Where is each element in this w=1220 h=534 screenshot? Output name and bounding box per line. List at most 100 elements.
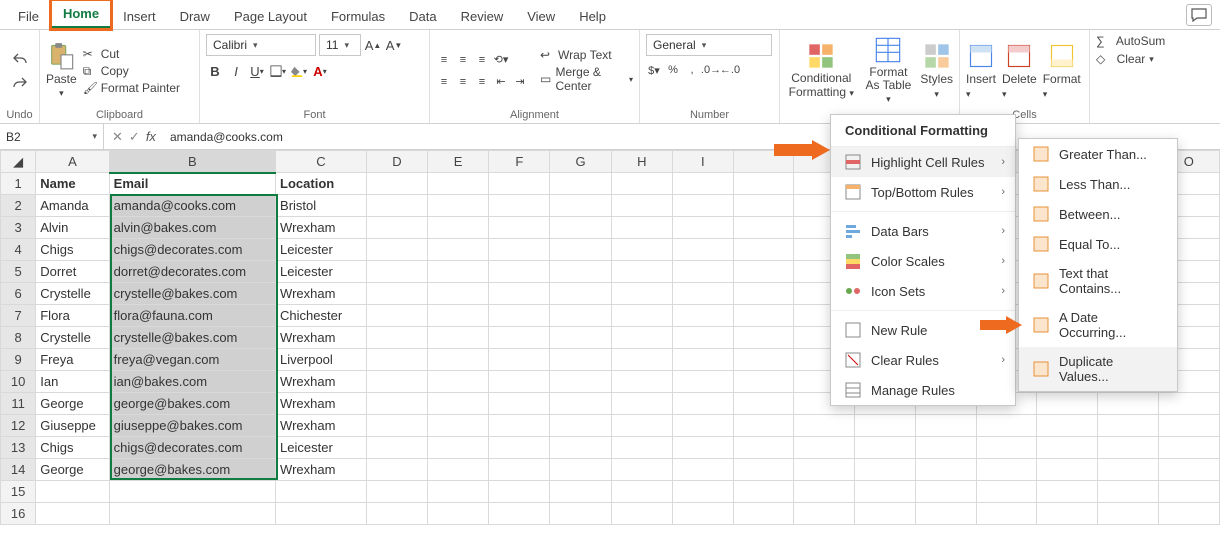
- hcr-less-than[interactable]: Less Than...: [1019, 169, 1177, 199]
- cell-B7[interactable]: flora@fauna.com: [109, 305, 275, 327]
- cell-C14[interactable]: Wrexham: [276, 459, 367, 481]
- align-left-button[interactable]: ≡: [436, 74, 452, 90]
- enter-formula-button[interactable]: ✓: [129, 129, 140, 145]
- comments-button[interactable]: [1186, 4, 1212, 26]
- align-center-button[interactable]: ≡: [455, 74, 471, 90]
- cell-A10[interactable]: Ian: [36, 371, 109, 393]
- row-header-10[interactable]: 10: [1, 371, 36, 393]
- row-header-14[interactable]: 14: [1, 459, 36, 481]
- cf-clear-rules[interactable]: Clear Rules›: [831, 345, 1015, 375]
- cell-B1[interactable]: Email: [109, 173, 275, 195]
- cell-A13[interactable]: Chigs: [36, 437, 109, 459]
- increase-indent-button[interactable]: ⇥: [512, 74, 528, 90]
- tab-insert[interactable]: Insert: [111, 3, 168, 29]
- cf-color-scales[interactable]: Color Scales›: [831, 246, 1015, 276]
- cell-C3[interactable]: Wrexham: [276, 217, 367, 239]
- percent-button[interactable]: %: [665, 62, 681, 78]
- col-header-A[interactable]: A: [36, 151, 109, 173]
- font-family-select[interactable]: Calibri▾: [206, 34, 316, 56]
- cell-C1[interactable]: Location: [276, 173, 367, 195]
- col-header-B[interactable]: B: [109, 151, 275, 173]
- wrap-text-button[interactable]: ↩Wrap Text: [540, 48, 633, 62]
- border-button[interactable]: ▾: [269, 62, 287, 80]
- cf-icon-sets[interactable]: Icon Sets›: [831, 276, 1015, 306]
- increase-decimal-button[interactable]: .0→: [703, 62, 719, 78]
- cell-A9[interactable]: Freya: [36, 349, 109, 371]
- select-all-corner[interactable]: ◢: [1, 151, 36, 173]
- paste-button[interactable]: Paste ▾: [46, 42, 77, 99]
- decrease-indent-button[interactable]: ⇤: [493, 74, 509, 90]
- tab-view[interactable]: View: [515, 3, 567, 29]
- cell-A5[interactable]: Dorret: [36, 261, 109, 283]
- hcr-duplicate-values[interactable]: Duplicate Values...: [1019, 347, 1177, 391]
- cell-C10[interactable]: Wrexham: [276, 371, 367, 393]
- tab-help[interactable]: Help: [567, 3, 618, 29]
- cell-B5[interactable]: dorret@decorates.com: [109, 261, 275, 283]
- row-header-2[interactable]: 2: [1, 195, 36, 217]
- cell-A3[interactable]: Alvin: [36, 217, 109, 239]
- decrease-decimal-button[interactable]: ←.0: [722, 62, 738, 78]
- cell-A14[interactable]: George: [36, 459, 109, 481]
- insert-cells-button[interactable]: Insert▾: [966, 42, 996, 100]
- cell-A7[interactable]: Flora: [36, 305, 109, 327]
- italic-button[interactable]: I: [227, 62, 245, 80]
- row-header-7[interactable]: 7: [1, 305, 36, 327]
- cell-C12[interactable]: Wrexham: [276, 415, 367, 437]
- col-header-G[interactable]: G: [550, 151, 611, 173]
- name-box[interactable]: B2▾: [0, 124, 104, 149]
- merge-center-button[interactable]: ▭Merge & Center ▾: [540, 65, 633, 93]
- col-header-F[interactable]: F: [489, 151, 550, 173]
- cell-B13[interactable]: chigs@decorates.com: [109, 437, 275, 459]
- row-header-15[interactable]: 15: [1, 481, 36, 503]
- row-header-9[interactable]: 9: [1, 349, 36, 371]
- format-as-table-button[interactable]: Format As Table ▾: [863, 36, 915, 106]
- cell-C2[interactable]: Bristol: [276, 195, 367, 217]
- cell-A1[interactable]: Name: [36, 173, 109, 195]
- tab-draw[interactable]: Draw: [168, 3, 222, 29]
- redo-button[interactable]: [11, 74, 29, 92]
- row-header-12[interactable]: 12: [1, 415, 36, 437]
- cut-button[interactable]: ✂Cut: [83, 47, 180, 61]
- cell-B2[interactable]: amanda@cooks.com: [109, 195, 275, 217]
- row-header-1[interactable]: 1: [1, 173, 36, 195]
- delete-cells-button[interactable]: Delete▾: [1002, 42, 1037, 100]
- hcr-equal-to[interactable]: Equal To...: [1019, 229, 1177, 259]
- col-header-C[interactable]: C: [276, 151, 367, 173]
- cell-B9[interactable]: freya@vegan.com: [109, 349, 275, 371]
- cell-B3[interactable]: alvin@bakes.com: [109, 217, 275, 239]
- format-cells-button[interactable]: Format▾: [1043, 42, 1081, 100]
- cell-C7[interactable]: Chichester: [276, 305, 367, 327]
- cell-A11[interactable]: George: [36, 393, 109, 415]
- font-size-select[interactable]: 11▾: [319, 34, 361, 56]
- cf-highlight-cell-rules[interactable]: Highlight Cell Rules›: [831, 147, 1015, 177]
- tab-formulas[interactable]: Formulas: [319, 3, 397, 29]
- tab-home[interactable]: Home: [51, 0, 111, 29]
- cf-top-bottom-rules[interactable]: Top/Bottom Rules›: [831, 177, 1015, 207]
- cell-A4[interactable]: Chigs: [36, 239, 109, 261]
- cf-manage-rules[interactable]: Manage Rules: [831, 375, 1015, 405]
- cell-B12[interactable]: giuseppe@bakes.com: [109, 415, 275, 437]
- cell-A12[interactable]: Giuseppe: [36, 415, 109, 437]
- format-painter-button[interactable]: 🖌Format Painter: [83, 81, 180, 95]
- copy-button[interactable]: ⧉Copy: [83, 64, 180, 78]
- col-header-H[interactable]: H: [611, 151, 672, 173]
- cancel-formula-button[interactable]: ✕: [112, 129, 123, 145]
- font-color-button[interactable]: A▾: [311, 62, 329, 80]
- bold-button[interactable]: B: [206, 62, 224, 80]
- align-middle-button[interactable]: ≡: [455, 52, 471, 68]
- cell-A8[interactable]: Crystelle: [36, 327, 109, 349]
- row-header-4[interactable]: 4: [1, 239, 36, 261]
- row-header-8[interactable]: 8: [1, 327, 36, 349]
- cell-C8[interactable]: Wrexham: [276, 327, 367, 349]
- orientation-button[interactable]: ⟲▾: [493, 52, 509, 68]
- undo-button[interactable]: [11, 50, 29, 68]
- cell-C11[interactable]: Wrexham: [276, 393, 367, 415]
- cell-B8[interactable]: crystelle@bakes.com: [109, 327, 275, 349]
- col-header-E[interactable]: E: [428, 151, 489, 173]
- underline-button[interactable]: U▾: [248, 62, 266, 80]
- tab-review[interactable]: Review: [449, 3, 516, 29]
- cell-B11[interactable]: george@bakes.com: [109, 393, 275, 415]
- fx-button[interactable]: fx: [146, 129, 156, 144]
- cell-C4[interactable]: Leicester: [276, 239, 367, 261]
- col-header-I[interactable]: I: [672, 151, 733, 173]
